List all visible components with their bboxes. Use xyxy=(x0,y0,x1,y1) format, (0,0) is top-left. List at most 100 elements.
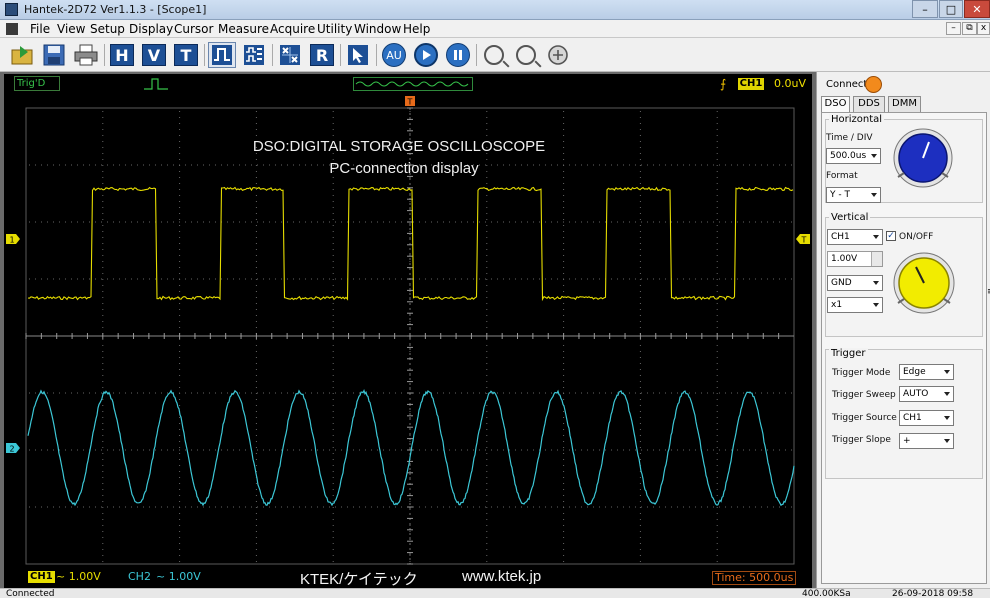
menu-utility[interactable]: Utility xyxy=(317,22,352,36)
scope-status-strip: Trig'D ⨍ CH1 0.0uV xyxy=(4,74,812,94)
trigger-mode-value: Edge xyxy=(903,367,926,377)
trigger-level-marker[interactable]: T xyxy=(796,234,810,245)
cursor-button[interactable] xyxy=(344,42,372,68)
toolbar-separator xyxy=(104,44,105,66)
single-wave-button[interactable] xyxy=(208,42,236,68)
app-window: Hantek-2D72 Ver1.1.3 - [Scope1] – □ ✕ Fi… xyxy=(0,0,990,598)
menu-cursor[interactable]: Cursor xyxy=(174,22,213,36)
trigger-source-label: Trigger Source xyxy=(832,413,897,423)
dso-tab-panel: Horizontal Time / DIV 500.0us Format Y -… xyxy=(821,112,987,584)
connection-status: Connected xyxy=(6,589,55,598)
horizontal-button[interactable]: H xyxy=(108,42,136,68)
auto-button[interactable]: AU xyxy=(380,42,408,68)
trigger-slope-select[interactable]: + xyxy=(899,433,954,449)
zoom-in-button[interactable] xyxy=(480,42,508,68)
trigger-sweep-label: Trigger Sweep xyxy=(832,390,896,400)
tab-dds[interactable]: DDS xyxy=(853,96,885,112)
record-position-bar[interactable] xyxy=(353,77,473,91)
probe-value: x1 xyxy=(831,300,843,310)
menu-bar: File View Setup Display Cursor Measure A… xyxy=(0,20,990,38)
trigger-position-marker[interactable]: T xyxy=(405,96,415,107)
cursor-icon xyxy=(348,45,368,65)
trigger-edge-icon: ⨍ xyxy=(720,77,727,91)
volts-div-spinner[interactable]: 1.00V xyxy=(827,251,883,267)
mdi-minimize-button[interactable]: – xyxy=(946,22,961,35)
tab-dmm[interactable]: DMM xyxy=(888,96,921,112)
probe-select[interactable]: x1 xyxy=(827,297,883,313)
menu-acquire[interactable]: Acquire xyxy=(270,22,315,36)
v-icon: V xyxy=(142,44,166,66)
format-value: Y - T xyxy=(830,190,850,200)
time-div-select[interactable]: 500.0us xyxy=(826,148,881,164)
format-label: Format xyxy=(826,171,858,181)
chevron-down-icon xyxy=(873,281,879,285)
screen-subtitle: PC-connection display xyxy=(329,160,479,177)
tab-dso[interactable]: DSO xyxy=(821,96,850,113)
trigger-sweep-select[interactable]: AUTO xyxy=(899,386,954,402)
channel-info-strip: CH1 ~ 1.00V CH2 ~ 1.00V KTEK/ケイテック www.k… xyxy=(4,568,812,588)
svg-text:T: T xyxy=(407,98,413,107)
menu-help[interactable]: Help xyxy=(403,22,430,36)
h-icon: H xyxy=(110,44,134,66)
menu-view[interactable]: View xyxy=(57,22,85,36)
title-bar: Hantek-2D72 Ver1.1.3 - [Scope1] – □ ✕ xyxy=(0,0,990,20)
print-button[interactable] xyxy=(72,42,100,68)
trigger-button[interactable]: T xyxy=(172,42,200,68)
svg-text:2: 2 xyxy=(9,445,14,454)
chevron-down-icon xyxy=(944,370,950,374)
close-button[interactable]: ✕ xyxy=(964,0,990,18)
coupling-select[interactable]: GND xyxy=(827,275,883,291)
menu-window[interactable]: Window xyxy=(354,22,401,36)
pause-button[interactable] xyxy=(444,42,472,68)
spin-down-icon[interactable] xyxy=(871,259,882,266)
mdi-close-button[interactable]: x xyxy=(977,22,990,35)
vertical-button[interactable]: V xyxy=(140,42,168,68)
waveform-display[interactable]: T 1 2 T DSO:DIGITAL STORAGE OSCILLOSCOPE… xyxy=(4,94,812,568)
window-title: Hantek-2D72 Ver1.1.3 - [Scope1] xyxy=(24,3,207,16)
zoom-out-icon xyxy=(516,45,536,65)
menu-setup[interactable]: Setup xyxy=(90,22,125,36)
ch2-level-marker[interactable]: 2 xyxy=(6,443,20,454)
volts-knob[interactable] xyxy=(892,251,956,315)
connect-status-icon xyxy=(865,76,882,93)
reference-button[interactable]: R xyxy=(308,42,336,68)
onoff-checkbox[interactable]: ✓ xyxy=(886,231,896,241)
ch1-level-marker[interactable]: 1 xyxy=(6,234,20,245)
status-datetime: 26-09-2018 09:58 xyxy=(892,589,974,598)
timebase-knob[interactable] xyxy=(892,127,954,189)
toolbar-separator xyxy=(376,44,377,66)
channel-select[interactable]: CH1 xyxy=(827,229,883,245)
trigger-mode-select[interactable]: Edge xyxy=(899,364,954,380)
fit-button[interactable] xyxy=(544,42,572,68)
multi-wave-button[interactable] xyxy=(240,42,268,68)
document-icon[interactable] xyxy=(6,23,18,35)
horizontal-title: Horizontal xyxy=(829,114,885,125)
toolbar-separator xyxy=(340,44,341,66)
pulse-indicator-icon xyxy=(144,78,168,90)
trigger-level-readout: 0.0uV xyxy=(774,77,806,90)
sample-rate: 400.00KSa xyxy=(802,589,851,598)
spin-up-icon[interactable] xyxy=(871,252,882,259)
menu-display[interactable]: Display xyxy=(129,22,173,36)
format-select[interactable]: Y - T xyxy=(826,187,881,203)
xy-button[interactable] xyxy=(276,42,304,68)
run-icon xyxy=(414,43,438,67)
trigger-source-tag: CH1 xyxy=(738,78,764,90)
mdi-restore-button[interactable]: ⧉ xyxy=(962,22,977,35)
open-button[interactable] xyxy=(8,42,36,68)
zoom-out-button[interactable] xyxy=(512,42,540,68)
save-button[interactable] xyxy=(40,42,68,68)
minimize-button[interactable]: – xyxy=(912,0,938,18)
svg-text:1: 1 xyxy=(9,236,14,245)
menu-measure[interactable]: Measure xyxy=(218,22,269,36)
trigger-slope-label: Trigger Slope xyxy=(832,435,891,445)
volts-div-value: 1.00V xyxy=(831,254,858,264)
trigger-source-select[interactable]: CH1 xyxy=(899,410,954,426)
run-button[interactable] xyxy=(412,42,440,68)
maximize-button[interactable]: □ xyxy=(939,0,963,18)
menu-file[interactable]: File xyxy=(30,22,50,36)
chevron-down-icon xyxy=(944,439,950,443)
onoff-label: ON/OFF xyxy=(899,232,934,242)
toolbar-separator xyxy=(272,44,273,66)
ch2-scale: ~ 1.00V xyxy=(156,570,201,583)
